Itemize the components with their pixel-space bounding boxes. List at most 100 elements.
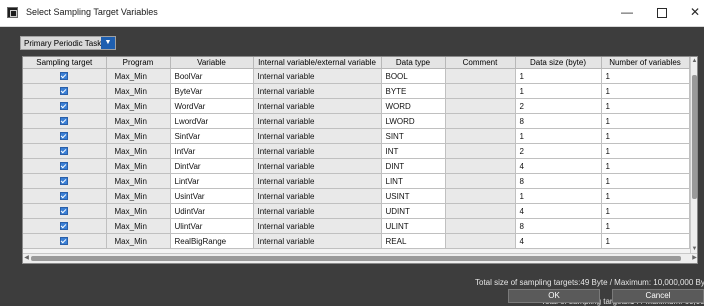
data-type-cell[interactable]: LWORD [381, 113, 446, 129]
sampling-target-checkbox[interactable] [60, 237, 69, 246]
number-of-variables-cell[interactable]: 1 [601, 173, 690, 189]
comment-cell[interactable] [445, 128, 516, 144]
sampling-target-checkbox[interactable] [60, 162, 69, 171]
variable-cell[interactable]: DintVar [170, 158, 254, 174]
program-cell[interactable]: Max_Min [106, 68, 171, 84]
number-of-variables-cell[interactable]: 1 [601, 98, 690, 114]
sampling-target-cell[interactable] [23, 158, 107, 174]
comment-cell[interactable] [445, 98, 516, 114]
sampling-target-cell[interactable] [23, 83, 107, 99]
program-cell[interactable]: Max_Min [106, 98, 171, 114]
comment-cell[interactable] [445, 158, 516, 174]
number-of-variables-cell[interactable]: 1 [601, 203, 690, 219]
sampling-target-checkbox[interactable] [60, 222, 69, 231]
program-cell[interactable]: Max_Min [106, 188, 171, 204]
table-row[interactable]: Max_Min UdintVar Internal variable UDINT 4 1 [23, 203, 690, 219]
scope-cell[interactable]: Internal variable [253, 218, 382, 234]
comment-cell[interactable] [445, 113, 516, 129]
program-cell[interactable]: Max_Min [106, 218, 171, 234]
program-cell[interactable]: Max_Min [106, 158, 171, 174]
ok-button[interactable]: OK [508, 289, 600, 303]
table-row[interactable]: Max_Min RealBigRange Internal variable REAL… [23, 233, 690, 249]
column-header-comment[interactable]: Comment [445, 57, 516, 69]
program-cell[interactable]: Max_Min [106, 113, 171, 129]
number-of-variables-cell[interactable]: 1 [601, 188, 690, 204]
data-size-cell[interactable]: 4 [515, 233, 602, 249]
sampling-target-cell[interactable] [23, 188, 107, 204]
table-row[interactable]: Max_Min UlintVar Internal variable ULINT 8 1 [23, 218, 690, 234]
variable-cell[interactable]: LwordVar [170, 113, 254, 129]
column-header-number-of-variables[interactable]: Number of variables [601, 57, 690, 69]
sampling-target-cell[interactable] [23, 68, 107, 84]
horizontal-scrollbar[interactable]: ◀ ▶ [23, 253, 697, 263]
scope-cell[interactable]: Internal variable [253, 158, 382, 174]
scope-cell[interactable]: Internal variable [253, 173, 382, 189]
variable-cell[interactable]: LintVar [170, 173, 254, 189]
minimize-button[interactable]: — [620, 5, 634, 19]
scope-cell[interactable]: Internal variable [253, 68, 382, 84]
column-header-data-size[interactable]: Data size (byte) [515, 57, 602, 69]
sampling-target-checkbox[interactable] [60, 102, 69, 111]
comment-cell[interactable] [445, 203, 516, 219]
data-type-cell[interactable]: BOOL [381, 68, 446, 84]
number-of-variables-cell[interactable]: 1 [601, 83, 690, 99]
number-of-variables-cell[interactable]: 1 [601, 158, 690, 174]
number-of-variables-cell[interactable]: 1 [601, 218, 690, 234]
program-cell[interactable]: Max_Min [106, 83, 171, 99]
scope-cell[interactable]: Internal variable [253, 83, 382, 99]
scope-cell[interactable]: Internal variable [253, 98, 382, 114]
maximize-button[interactable] [655, 5, 669, 19]
comment-cell[interactable] [445, 218, 516, 234]
variable-cell[interactable]: WordVar [170, 98, 254, 114]
scope-cell[interactable]: Internal variable [253, 203, 382, 219]
variable-cell[interactable]: BoolVar [170, 68, 254, 84]
table-row[interactable]: Max_Min WordVar Internal variable WORD 2 1 [23, 98, 690, 114]
column-header-scope[interactable]: Internal variable/external variable [253, 57, 382, 69]
scope-cell[interactable]: Internal variable [253, 233, 382, 249]
comment-cell[interactable] [445, 143, 516, 159]
table-row[interactable]: Max_Min BoolVar Internal variable BOOL 1 1 [23, 68, 690, 84]
number-of-variables-cell[interactable]: 1 [601, 113, 690, 129]
comment-cell[interactable] [445, 188, 516, 204]
sampling-target-cell[interactable] [23, 203, 107, 219]
vertical-scrollbar[interactable]: ▲ ▼ [690, 57, 697, 253]
data-type-cell[interactable]: DINT [381, 158, 446, 174]
data-type-cell[interactable]: INT [381, 143, 446, 159]
table-row[interactable]: Max_Min LwordVar Internal variable LWORD 8 1 [23, 113, 690, 129]
table-row[interactable]: Max_Min DintVar Internal variable DINT 4 1 [23, 158, 690, 174]
column-header-sampling-target[interactable]: Sampling target [23, 57, 107, 69]
number-of-variables-cell[interactable]: 1 [601, 68, 690, 84]
scroll-right-arrow-icon[interactable]: ▶ [691, 254, 697, 263]
data-size-cell[interactable]: 8 [515, 218, 602, 234]
data-size-cell[interactable]: 2 [515, 98, 602, 114]
chevron-down-icon[interactable]: ▼ [101, 37, 115, 49]
variable-cell[interactable]: UsintVar [170, 188, 254, 204]
data-size-cell[interactable]: 4 [515, 158, 602, 174]
sampling-target-checkbox[interactable] [60, 132, 69, 141]
data-type-cell[interactable]: LINT [381, 173, 446, 189]
task-dropdown[interactable]: Primary Periodic Task ▼ [20, 36, 116, 50]
data-size-cell[interactable]: 1 [515, 128, 602, 144]
number-of-variables-cell[interactable]: 1 [601, 143, 690, 159]
comment-cell[interactable] [445, 68, 516, 84]
column-header-variable[interactable]: Variable [170, 57, 254, 69]
variable-cell[interactable]: RealBigRange [170, 233, 254, 249]
column-header-data-type[interactable]: Data type [381, 57, 446, 69]
sampling-target-cell[interactable] [23, 233, 107, 249]
program-cell[interactable]: Max_Min [106, 233, 171, 249]
column-header-program[interactable]: Program [106, 57, 171, 69]
data-type-cell[interactable]: REAL [381, 233, 446, 249]
scroll-left-arrow-icon[interactable]: ◀ [23, 254, 30, 263]
variable-cell[interactable]: IntVar [170, 143, 254, 159]
data-type-cell[interactable]: BYTE [381, 83, 446, 99]
data-size-cell[interactable]: 2 [515, 143, 602, 159]
vertical-scroll-thumb[interactable] [692, 75, 697, 199]
sampling-target-cell[interactable] [23, 218, 107, 234]
scope-cell[interactable]: Internal variable [253, 113, 382, 129]
data-type-cell[interactable]: ULINT [381, 218, 446, 234]
scope-cell[interactable]: Internal variable [253, 128, 382, 144]
close-button[interactable]: ✕ [688, 5, 702, 19]
data-type-cell[interactable]: WORD [381, 98, 446, 114]
sampling-target-cell[interactable] [23, 113, 107, 129]
comment-cell[interactable] [445, 173, 516, 189]
